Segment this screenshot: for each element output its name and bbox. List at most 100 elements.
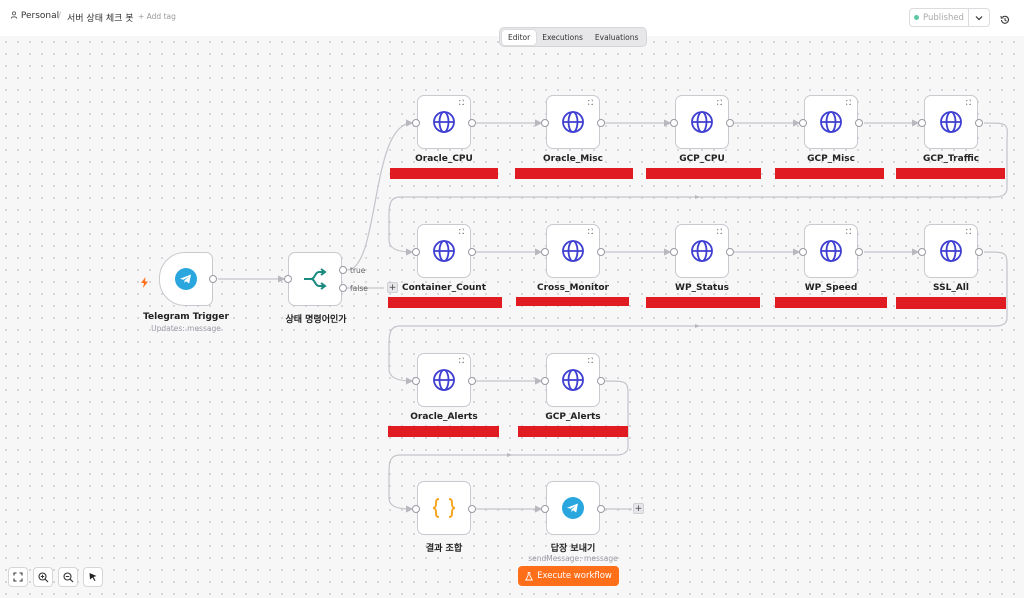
- flask-icon: [525, 571, 534, 580]
- node-label: 결과 조합: [425, 544, 463, 554]
- output-port[interactable]: [975, 248, 983, 256]
- node-label: WP_Speed: [804, 283, 858, 293]
- input-port[interactable]: [541, 248, 549, 256]
- globe-icon: [691, 111, 713, 133]
- node-subtitle: sendMessage: message: [528, 554, 618, 563]
- globe-icon: [433, 240, 455, 262]
- output-port[interactable]: [726, 248, 734, 256]
- input-port[interactable]: [412, 119, 420, 127]
- redaction-bar: [775, 297, 887, 308]
- globe-icon: [433, 369, 455, 391]
- fit-view-icon: [13, 572, 23, 582]
- input-port[interactable]: [541, 505, 549, 513]
- add-node-button[interactable]: +: [387, 282, 398, 293]
- output-port[interactable]: [975, 119, 983, 127]
- node-gcp-misc[interactable]: ⛶: [804, 95, 858, 149]
- wire-arrow-icon: [695, 195, 700, 199]
- redaction-bar: [518, 426, 628, 437]
- tab-executions[interactable]: Executions: [536, 30, 589, 45]
- tab-evaluations[interactable]: Evaluations: [589, 30, 644, 45]
- node-gcp-alerts[interactable]: ⛶: [546, 353, 600, 407]
- telegram-icon: [562, 497, 584, 519]
- input-port[interactable]: [670, 248, 678, 256]
- node-gcp-traffic[interactable]: ⛶: [924, 95, 978, 149]
- canvas-controls: [8, 567, 103, 587]
- output-port[interactable]: [597, 505, 605, 513]
- corner-icon: ⛶: [588, 99, 593, 107]
- redaction-bar: [388, 426, 499, 437]
- node-telegram-trigger[interactable]: [159, 252, 213, 306]
- output-port-false[interactable]: [339, 284, 347, 292]
- node-ssl-all[interactable]: ⛶: [924, 224, 978, 278]
- code-braces-icon: [432, 498, 456, 518]
- node-cross-monitor[interactable]: ⛶: [546, 224, 600, 278]
- fit-view-button[interactable]: [8, 567, 28, 587]
- corner-icon: ⛶: [966, 99, 971, 107]
- globe-icon: [940, 111, 962, 133]
- node-label: 답장 보내기: [550, 544, 596, 554]
- node-oracle-alerts[interactable]: ⛶: [417, 353, 471, 407]
- redaction-bar: [388, 297, 502, 308]
- input-port[interactable]: [284, 275, 292, 283]
- globe-icon: [691, 240, 713, 262]
- output-port-true[interactable]: [339, 266, 347, 274]
- output-port[interactable]: [468, 377, 476, 385]
- node-combine-results[interactable]: [417, 481, 471, 535]
- output-port[interactable]: [726, 119, 734, 127]
- node-subtitle: Updates: message: [151, 324, 221, 333]
- output-port[interactable]: [468, 248, 476, 256]
- corner-icon: ⛶: [717, 228, 722, 236]
- globe-icon: [562, 111, 584, 133]
- zoom-in-button[interactable]: [33, 567, 53, 587]
- add-node-button[interactable]: +: [633, 503, 644, 514]
- input-port[interactable]: [541, 377, 549, 385]
- execute-workflow-button[interactable]: Execute workflow: [518, 566, 619, 586]
- output-port[interactable]: [597, 119, 605, 127]
- node-container-count[interactable]: ⛶: [417, 224, 471, 278]
- node-label: Cross_Monitor: [537, 283, 609, 293]
- input-port[interactable]: [799, 248, 807, 256]
- trigger-lightning-icon: [140, 273, 149, 292]
- node-if-status-command[interactable]: [288, 252, 342, 306]
- node-label: GCP_CPU: [679, 154, 725, 164]
- input-port[interactable]: [918, 119, 926, 127]
- input-port[interactable]: [541, 119, 549, 127]
- node-gcp-cpu[interactable]: ⛶: [675, 95, 729, 149]
- tab-editor[interactable]: Editor: [502, 29, 537, 45]
- node-label: WP_Status: [675, 283, 729, 293]
- cursor-icon: [89, 573, 97, 581]
- node-oracle-cpu[interactable]: ⛶: [417, 95, 471, 149]
- output-port[interactable]: [855, 248, 863, 256]
- globe-icon: [820, 111, 842, 133]
- wire-arrow-icon: [695, 324, 700, 328]
- node-wp-status[interactable]: ⛶: [675, 224, 729, 278]
- node-label: SSL_All: [933, 283, 969, 293]
- corner-icon: ⛶: [846, 228, 851, 236]
- output-port[interactable]: [468, 119, 476, 127]
- input-port[interactable]: [918, 248, 926, 256]
- corner-icon: ⛶: [846, 99, 851, 107]
- zoom-out-button[interactable]: [58, 567, 78, 587]
- node-label: Oracle_Misc: [543, 154, 603, 164]
- globe-icon: [562, 240, 584, 262]
- if-branch-icon: [304, 268, 327, 290]
- output-port[interactable]: [855, 119, 863, 127]
- input-port[interactable]: [412, 505, 420, 513]
- input-port[interactable]: [670, 119, 678, 127]
- node-oracle-misc[interactable]: ⛶: [546, 95, 600, 149]
- globe-icon: [820, 240, 842, 262]
- node-wp-speed[interactable]: ⛶: [804, 224, 858, 278]
- branch-label-false: false: [350, 284, 368, 293]
- input-port[interactable]: [412, 377, 420, 385]
- cursor-tool-button[interactable]: [83, 567, 103, 587]
- output-port[interactable]: [597, 248, 605, 256]
- output-port[interactable]: [209, 275, 217, 283]
- input-port[interactable]: [799, 119, 807, 127]
- redaction-bar: [775, 168, 884, 179]
- redaction-bar: [896, 168, 1005, 179]
- output-port[interactable]: [597, 377, 605, 385]
- input-port[interactable]: [412, 248, 420, 256]
- corner-icon: ⛶: [717, 99, 722, 107]
- output-port[interactable]: [468, 505, 476, 513]
- node-send-reply[interactable]: [546, 481, 600, 535]
